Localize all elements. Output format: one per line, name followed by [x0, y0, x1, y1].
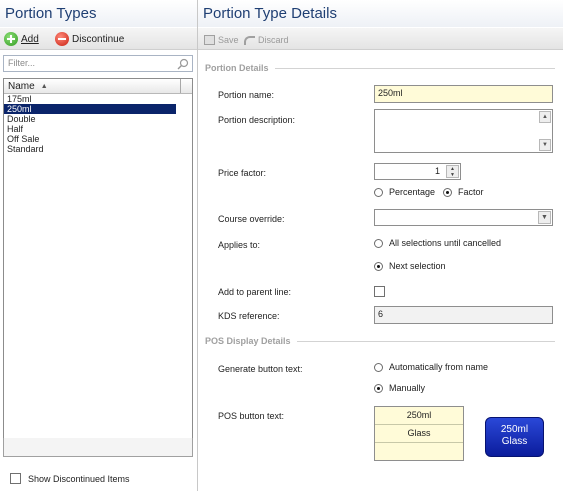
- factor-radio[interactable]: [443, 187, 453, 197]
- add-to-parent-checkbox[interactable]: [374, 286, 385, 297]
- price-factor-label: Price factor:: [218, 168, 267, 178]
- show-discontinued-checkbox[interactable]: Show Discontinued Items: [10, 473, 130, 484]
- factor-label: Factor: [458, 187, 484, 197]
- price-factor-value: 1: [434, 166, 440, 176]
- description-scrollbar[interactable]: ▲ ▼: [539, 111, 551, 151]
- button-text-line-2[interactable]: Glass: [375, 425, 463, 443]
- portion-name-field[interactable]: 250ml: [374, 85, 553, 103]
- applies-to-label: Applies to:: [218, 240, 261, 250]
- kds-reference-label: KDS reference:: [218, 311, 280, 321]
- scroll-up-icon[interactable]: ▲: [539, 111, 551, 123]
- show-discontinued-label: Show Discontinued Items: [28, 473, 130, 484]
- details-toolbar: Save Discard: [198, 28, 563, 50]
- name-column-header[interactable]: Name ▲: [4, 79, 192, 94]
- portion-types-pane: Portion Types Add Discontinue Filter... …: [0, 0, 197, 491]
- manually-radio[interactable]: [374, 383, 383, 393]
- list-item[interactable]: Standard: [4, 144, 176, 154]
- pos-button-text-label: POS button text:: [218, 411, 285, 421]
- preview-line-1: 250ml: [500, 424, 529, 435]
- pos-button-preview: 250ml Glass: [485, 417, 544, 457]
- save-icon: [204, 35, 215, 45]
- undo-icon: [244, 35, 255, 45]
- search-icon[interactable]: [177, 58, 189, 70]
- applies-next-radio[interactable]: [374, 261, 383, 271]
- chevron-down-icon[interactable]: ▼: [538, 211, 551, 224]
- show-discontinued-box[interactable]: [10, 473, 21, 484]
- percentage-label: Percentage: [389, 187, 436, 197]
- applies-all-label: All selections until cancelled: [389, 238, 502, 248]
- portion-details-heading: Portion Details: [205, 63, 269, 73]
- list-item[interactable]: Half: [4, 124, 176, 134]
- filter-placeholder: Filter...: [8, 58, 36, 68]
- course-override-select[interactable]: ▼: [374, 209, 553, 226]
- add-label: Add: [21, 33, 39, 45]
- add-icon: [4, 32, 18, 46]
- discontinue-label: Discontinue: [72, 33, 125, 45]
- portion-type-details-title: Portion Type Details: [198, 0, 563, 27]
- pos-display-section: POS Display Details: [205, 336, 555, 346]
- applies-next-label: Next selection: [389, 261, 446, 271]
- applies-next-option: Next selection: [374, 261, 446, 271]
- discontinue-icon: [55, 32, 69, 46]
- preview-line-2: Glass: [501, 436, 528, 447]
- percentage-radio[interactable]: [374, 187, 383, 197]
- applies-all-option: All selections until cancelled: [374, 238, 501, 248]
- applies-all-radio[interactable]: [374, 238, 383, 248]
- save-label: Save: [218, 35, 239, 45]
- discard-button[interactable]: Discard: [244, 33, 289, 47]
- name-column-label: Name: [8, 80, 35, 92]
- kds-reference-field[interactable]: 6: [374, 306, 553, 324]
- pos-display-heading: POS Display Details: [205, 336, 291, 346]
- list-item[interactable]: 175ml: [4, 94, 176, 104]
- portion-types-title: Portion Types: [0, 0, 197, 27]
- discontinue-button[interactable]: Discontinue: [55, 31, 124, 47]
- scroll-down-icon[interactable]: ▼: [539, 139, 551, 151]
- generate-button-text-label: Generate button text:: [218, 364, 303, 374]
- list-footer-row: [3, 438, 193, 457]
- portion-details-section: Portion Details: [205, 63, 555, 73]
- portion-types-toolbar: Add Discontinue: [0, 28, 197, 50]
- list-item[interactable]: 250ml: [4, 104, 176, 114]
- portion-description-field[interactable]: ▲ ▼: [374, 109, 553, 153]
- list-item[interactable]: Double: [4, 114, 176, 124]
- course-override-label: Course override:: [218, 214, 285, 224]
- add-button[interactable]: Add: [4, 31, 39, 47]
- add-to-parent-label: Add to parent line:: [218, 287, 292, 297]
- manually-option: Manually: [374, 383, 425, 393]
- filter-input[interactable]: Filter...: [3, 55, 193, 72]
- list-item[interactable]: Off Sale: [4, 134, 176, 144]
- button-text-line-1[interactable]: 250ml: [375, 407, 463, 425]
- auto-from-name-label: Automatically from name: [389, 362, 489, 372]
- portion-type-details-pane: Portion Type Details Save Discard Portio…: [198, 0, 563, 491]
- save-button[interactable]: Save: [204, 33, 239, 47]
- stepper-arrows-icon[interactable]: ▲ ▼: [446, 165, 459, 178]
- portion-name-label: Portion name:: [218, 90, 275, 100]
- discard-label: Discard: [258, 35, 289, 45]
- price-factor-stepper[interactable]: 1 ▲ ▼: [374, 163, 461, 180]
- auto-from-name-radio[interactable]: [374, 362, 383, 372]
- button-text-line-3[interactable]: [375, 443, 463, 461]
- portion-description-label: Portion description:: [218, 115, 296, 125]
- pos-button-text-field[interactable]: 250ml Glass: [374, 406, 464, 461]
- percentage-factor-options: Percentage Factor: [374, 187, 484, 197]
- manually-label: Manually: [389, 383, 426, 393]
- sort-ascending-icon: ▲: [40, 82, 48, 90]
- portion-types-list[interactable]: Name ▲ 175ml 250ml Double Half Off Sale Stand…: [3, 78, 193, 457]
- auto-from-name-option: Automatically from name: [374, 362, 488, 372]
